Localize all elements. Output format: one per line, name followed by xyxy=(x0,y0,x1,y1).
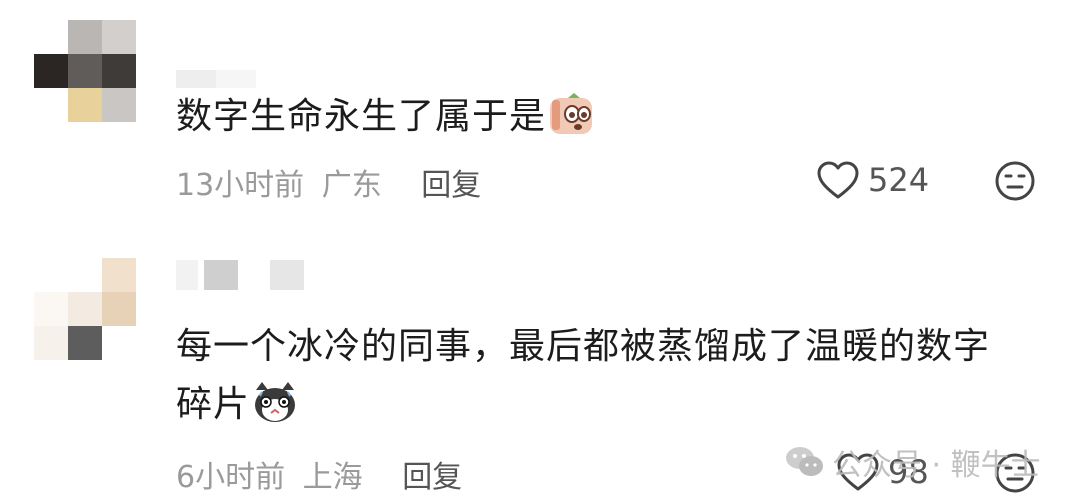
dislike-button-1[interactable] xyxy=(994,160,1036,206)
watermark: 公众号 · 鞭牛士 xyxy=(784,440,1041,484)
comment-text-1: 数字生命永生了属于是 xyxy=(176,92,594,142)
user-avatar-2[interactable] xyxy=(34,258,136,360)
neutral-face-icon xyxy=(995,161,1035,201)
comment-text-2-line2: 碎片 xyxy=(176,384,251,425)
username-2[interactable] xyxy=(176,260,306,290)
comment-time-1: 13小时前 xyxy=(176,168,305,203)
comment-item-1: 数字生命永生了属于是 13小时前 广东 回复 524 xyxy=(0,0,1080,230)
heart-outline-icon xyxy=(817,161,859,199)
reply-button-2[interactable]: 回复 xyxy=(402,460,462,495)
comment-time-2: 6小时前 xyxy=(176,460,286,495)
reply-button-1[interactable]: 回复 xyxy=(421,168,481,203)
like-count-1: 524 xyxy=(868,161,930,199)
watermark-text: 公众号 · 鞭牛士 xyxy=(832,448,1041,483)
cat-shocked-icon xyxy=(252,380,298,424)
comment-text-2: 每一个冰冷的同事，最后都被蒸馏成了温暖的数字 碎片 xyxy=(176,322,990,430)
face-peeking-icon xyxy=(548,92,594,136)
wechat-icon xyxy=(786,447,823,476)
like-button-1[interactable]: 524 xyxy=(816,160,929,200)
comment-meta-2: 6小时前 上海 回复 xyxy=(176,452,470,496)
username-1[interactable] xyxy=(176,70,296,90)
comment-text-1-content: 数字生命永生了属于是 xyxy=(176,96,547,137)
comment-text-2-line1: 每一个冰冷的同事，最后都被蒸馏成了温暖的数字 xyxy=(176,326,991,367)
comment-location-2: 上海 xyxy=(302,460,363,495)
comment-meta-1: 13小时前 广东 回复 xyxy=(176,160,489,204)
user-avatar-1[interactable] xyxy=(34,20,136,122)
comment-location-1: 广东 xyxy=(321,168,382,203)
